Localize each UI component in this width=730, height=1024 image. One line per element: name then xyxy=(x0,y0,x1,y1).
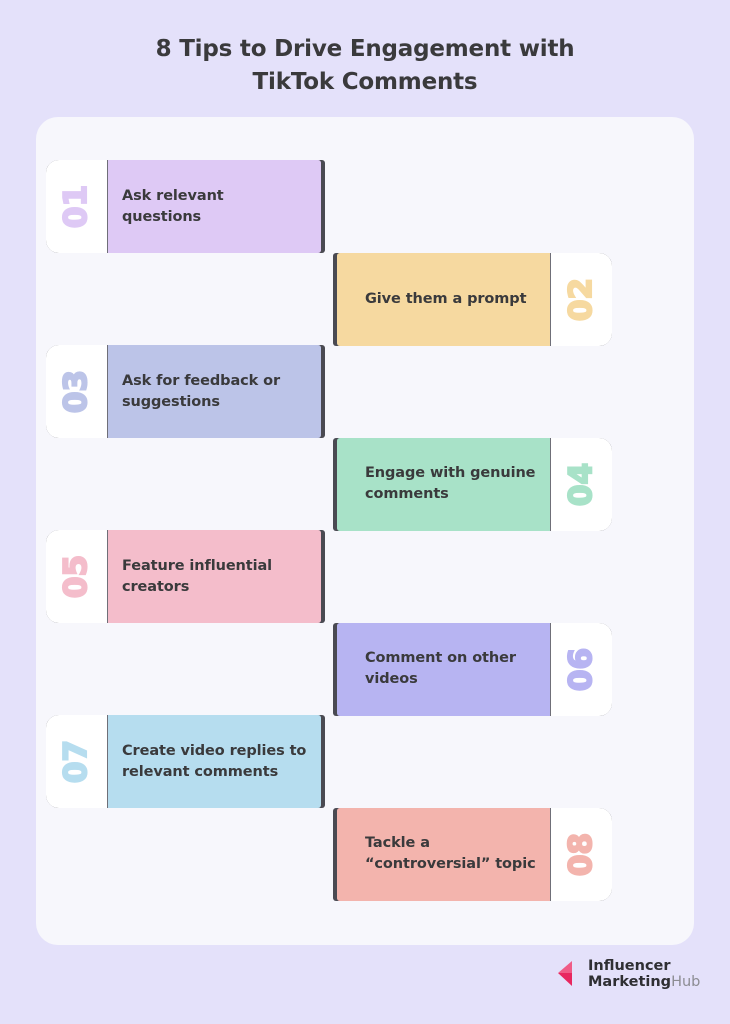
logo-line-influencer: Influencer xyxy=(588,958,671,974)
tip-divider-07 xyxy=(107,715,109,808)
tip-text-07: Create video replies to relevant comment… xyxy=(122,742,307,780)
tip-text-02: Give them a prompt xyxy=(365,290,527,307)
logo-hub-text: Hub xyxy=(671,974,701,991)
tip-number-badge-01: 01 xyxy=(46,160,107,253)
tip-card-06[interactable]: Comment on other videos 06 xyxy=(337,622,612,716)
tip-card-08[interactable]: Tackle a “controversial” topic 08 xyxy=(337,807,612,901)
tip-divider-02 xyxy=(549,252,551,346)
tip-number-06: 06 xyxy=(562,646,600,691)
logo-arrow-icon xyxy=(558,961,572,987)
tip-body-05: Feature influential creators xyxy=(107,530,321,623)
tip-text-03: Ask for feedback or suggestions xyxy=(122,372,281,410)
tip-card-05[interactable]: 05 Feature influential creators xyxy=(46,530,321,623)
tip-card-03[interactable]: 03 Ask for feedback or suggestions xyxy=(46,345,321,438)
tip-body-04: Engage with genuine comments xyxy=(337,437,551,531)
tip-number-badge-08: 08 xyxy=(551,807,612,901)
tip-body-08: Tackle a “controversial” topic xyxy=(337,807,551,901)
page-title: 8 Tips to Drive Engagement with TikTok C… xyxy=(0,33,730,98)
brand-logo: Influencer MarketingHub xyxy=(558,958,700,990)
tip-text-08: Tackle a “controversial” topic xyxy=(365,835,536,872)
tip-body-02: Give them a prompt xyxy=(337,252,551,346)
tip-number-01: 01 xyxy=(57,184,95,229)
tip-body-07: Create video replies to relevant comment… xyxy=(107,715,321,808)
tip-text-05: Feature influential creators xyxy=(122,557,273,595)
tip-divider-05 xyxy=(107,530,109,623)
logo-wordmark: Influencer MarketingHub xyxy=(588,958,700,990)
tip-number-05: 05 xyxy=(57,554,95,599)
tip-number-badge-05: 05 xyxy=(46,530,107,623)
tip-number-badge-07: 07 xyxy=(46,715,107,808)
tip-body-06: Comment on other videos xyxy=(337,622,551,716)
tip-divider-08 xyxy=(549,807,551,901)
tip-divider-03 xyxy=(107,345,109,438)
tip-text-04: Engage with genuine comments xyxy=(365,465,536,502)
tip-divider-01 xyxy=(107,160,109,253)
tip-number-badge-02: 02 xyxy=(551,252,612,346)
tip-body-01: Ask relevant questions xyxy=(107,160,321,253)
page-title-line-2: TikTok Comments xyxy=(252,68,478,95)
logo-marketing-text: Marketing xyxy=(588,974,672,991)
tip-number-07: 07 xyxy=(57,739,95,784)
tip-number-08: 08 xyxy=(562,831,600,876)
tip-body-03: Ask for feedback or suggestions xyxy=(107,345,321,438)
tip-divider-04 xyxy=(549,437,551,531)
tip-number-03: 03 xyxy=(57,369,95,414)
tip-text-06: Comment on other videos xyxy=(365,650,516,687)
logo-line-marketinghub: MarketingHub xyxy=(588,974,700,990)
tip-number-badge-06: 06 xyxy=(551,622,612,716)
tip-text-01: Ask relevant questions xyxy=(122,187,224,225)
tip-number-04: 04 xyxy=(562,461,600,506)
tip-divider-06 xyxy=(549,622,551,716)
tip-number-badge-03: 03 xyxy=(46,345,107,438)
tip-card-01[interactable]: 01 Ask relevant questions xyxy=(46,160,321,253)
tip-number-02: 02 xyxy=(562,276,600,321)
tip-card-02[interactable]: Give them a prompt 02 xyxy=(337,252,612,346)
tip-card-04[interactable]: Engage with genuine comments 04 xyxy=(337,437,612,531)
page-title-line-1: 8 Tips to Drive Engagement with xyxy=(155,36,575,62)
tip-card-07[interactable]: 07 Create video replies to relevant comme… xyxy=(46,715,321,808)
tip-number-badge-04: 04 xyxy=(551,437,612,531)
